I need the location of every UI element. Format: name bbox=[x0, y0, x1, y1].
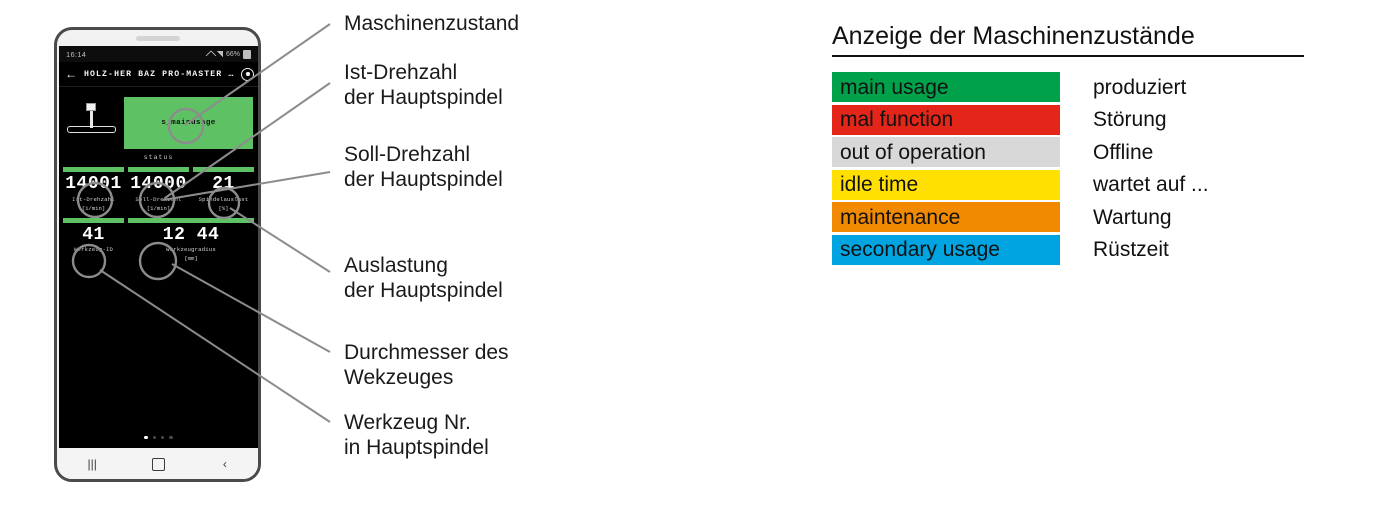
legend-label-de: Offline bbox=[1093, 140, 1154, 164]
callout-auslastung: Auslastung der Hauptspindel bbox=[344, 254, 503, 302]
metric-tiles: 14001 Ist-Drehzahl [1/min] 14000 Soll-Dr… bbox=[59, 161, 258, 262]
legend-label-en: out of operation bbox=[840, 140, 986, 164]
page-dot[interactable] bbox=[152, 435, 156, 439]
status-bar: 16:14 66% bbox=[59, 46, 258, 62]
machine-state-row: s_mainusage bbox=[59, 87, 258, 151]
machine-state-panel: s_mainusage bbox=[124, 97, 253, 149]
tile-unit: [%] bbox=[218, 204, 229, 212]
page-dot[interactable] bbox=[169, 435, 173, 439]
tile-value: 21 bbox=[212, 174, 235, 194]
legend-label-en: maintenance bbox=[840, 205, 961, 229]
phone-earpiece bbox=[135, 36, 180, 41]
legend-swatch-idle-time: idle time bbox=[832, 169, 1060, 200]
tile-status-bar bbox=[128, 167, 189, 172]
signal-icon bbox=[216, 51, 223, 57]
legend-row: idle time wartet auf ... bbox=[832, 169, 1307, 202]
tile-status-bar bbox=[63, 217, 125, 223]
metric-tile-werkzeugradius[interactable]: 12 44 Werkzeugradius [mm] bbox=[128, 217, 254, 263]
tile-label: Spindelauslast bbox=[198, 195, 249, 203]
record-icon[interactable] bbox=[241, 67, 255, 81]
legend-swatch-maintenance: maintenance bbox=[832, 202, 1060, 233]
figure-canvas: 16:14 66% ← HOLZ-HER BAZ PRO-MASTER … s_… bbox=[0, 0, 1387, 523]
tile-label: Werkzeugradius bbox=[166, 246, 216, 254]
metric-tile-werkzeug-id[interactable]: 41 Werkzeug-ID bbox=[63, 217, 125, 263]
page-dot[interactable] bbox=[144, 435, 148, 439]
metric-row-top: 14001 Ist-Drehzahl [1/min] 14000 Soll-Dr… bbox=[63, 167, 254, 212]
legend-swatch-secondary-usage: secondary usage bbox=[832, 234, 1060, 265]
wifi-icon bbox=[207, 51, 214, 57]
legend-swatch-out-of-operation: out of operation bbox=[832, 137, 1060, 168]
spindle-tool-icon bbox=[64, 100, 118, 146]
phone-screen: 16:14 66% ← HOLZ-HER BAZ PRO-MASTER … s_… bbox=[59, 46, 258, 448]
tile-label: Werkzeug-ID bbox=[73, 246, 114, 254]
callout-maschinenzustand: Maschinenzustand bbox=[344, 12, 520, 35]
tile-label: Soll-Drehzahl bbox=[135, 195, 182, 203]
machine-state-caption: status bbox=[143, 154, 174, 161]
legend-label-de: Wartung bbox=[1093, 205, 1172, 229]
home-square-icon[interactable] bbox=[138, 454, 178, 474]
arrow-left-icon[interactable]: ← bbox=[65, 68, 77, 80]
legend-label-en: secondary usage bbox=[840, 238, 1000, 262]
legend-label-de: produziert bbox=[1093, 75, 1187, 99]
legend-label-en: idle time bbox=[840, 173, 919, 197]
app-bar: ← HOLZ-HER BAZ PRO-MASTER … bbox=[59, 62, 258, 87]
phone-mockup: 16:14 66% ← HOLZ-HER BAZ PRO-MASTER … s_… bbox=[54, 27, 261, 482]
status-bar-time: 16:14 bbox=[66, 49, 87, 59]
machine-state-legend: Anzeige der Maschinenzustände main usage… bbox=[832, 22, 1307, 266]
tile-value: 14001 bbox=[65, 174, 122, 194]
recents-icon[interactable]: ||| bbox=[72, 454, 112, 474]
legend-label-de: Störung bbox=[1093, 108, 1167, 132]
tile-unit: [1/min] bbox=[146, 204, 171, 212]
tile-value: 14000 bbox=[130, 174, 187, 194]
machine-state-value: s_mainusage bbox=[161, 119, 216, 127]
app-bar-title: HOLZ-HER BAZ PRO-MASTER … bbox=[84, 69, 235, 79]
legend-rows: main usage produziert mal function Störu… bbox=[832, 71, 1307, 266]
tile-value: 41 bbox=[82, 224, 105, 245]
legend-label-en: main usage bbox=[840, 75, 949, 99]
legend-swatch-mal-function: mal function bbox=[832, 104, 1060, 135]
metric-tile-spindelauslastung[interactable]: 21 Spindelauslast [%] bbox=[193, 167, 254, 212]
page-indicator-dots[interactable] bbox=[59, 435, 258, 439]
metric-tile-ist-drehzahl[interactable]: 14001 Ist-Drehzahl [1/min] bbox=[63, 167, 124, 212]
tile-status-bar bbox=[63, 167, 124, 172]
callout-soll-drehzahl: Soll-Drehzahl der Hauptspindel bbox=[344, 143, 503, 191]
legend-row: out of operation Offline bbox=[832, 136, 1307, 169]
status-bar-indicators: 66% bbox=[207, 49, 251, 59]
legend-title: Anzeige der Maschinenzustände bbox=[832, 22, 1304, 57]
legend-label-en: mal function bbox=[840, 108, 954, 132]
metric-row-bottom: 41 Werkzeug-ID 12 44 Werkzeugradius [mm] bbox=[63, 217, 254, 263]
legend-row: mal function Störung bbox=[832, 104, 1307, 137]
back-chevron-icon[interactable]: ‹ bbox=[205, 454, 245, 474]
legend-swatch-main-usage: main usage bbox=[832, 72, 1060, 103]
android-nav-bar: ||| ‹ bbox=[59, 448, 258, 479]
callout-ist-drehzahl: Ist-Drehzahl der Hauptspindel bbox=[344, 61, 503, 109]
legend-label-de: Rüstzeit bbox=[1093, 238, 1169, 262]
battery-icon bbox=[243, 49, 251, 59]
tile-unit: [1/min] bbox=[81, 204, 106, 212]
callout-werkzeug-nr: Werkzeug Nr. in Hauptspindel bbox=[344, 411, 489, 459]
metric-tile-soll-drehzahl[interactable]: 14000 Soll-Drehzahl [1/min] bbox=[128, 167, 189, 212]
legend-row: main usage produziert bbox=[832, 71, 1307, 104]
tile-unit: [mm] bbox=[184, 255, 198, 263]
tile-status-bar bbox=[193, 167, 254, 172]
tile-value: 12 44 bbox=[162, 224, 220, 245]
legend-row: secondary usage Rüstzeit bbox=[832, 234, 1307, 267]
legend-label-de: wartet auf ... bbox=[1093, 173, 1209, 197]
page-dot[interactable] bbox=[161, 435, 165, 439]
legend-row: maintenance Wartung bbox=[832, 201, 1307, 234]
status-bar-battery: 66% bbox=[225, 50, 240, 58]
tile-status-bar bbox=[128, 217, 254, 223]
tile-label: Ist-Drehzahl bbox=[72, 195, 115, 203]
callout-durchmesser: Durchmesser des Wekzeuges bbox=[344, 341, 509, 389]
